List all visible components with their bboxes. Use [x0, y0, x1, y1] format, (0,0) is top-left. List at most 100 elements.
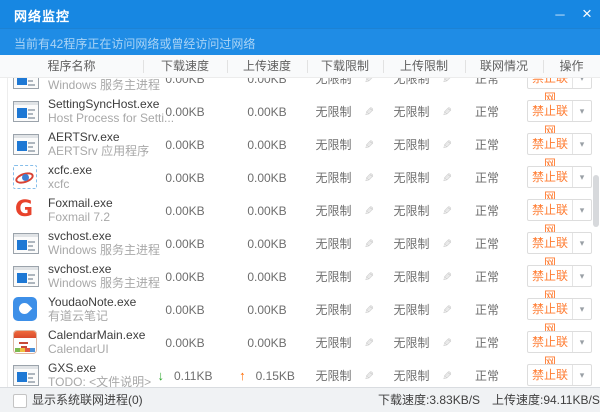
upload-limit-value: 无限制: [393, 103, 429, 120]
download-speed-cell: 0.00KB: [143, 78, 227, 95]
upload-speed-value: 0.00KB: [247, 237, 286, 251]
block-network-button[interactable]: 禁止联网▾: [527, 166, 592, 188]
edit-upload-limit-icon[interactable]: ✎: [442, 204, 452, 218]
edit-upload-limit-icon[interactable]: ✎: [442, 270, 452, 284]
download-speed-value: 0.00KB: [165, 105, 204, 119]
edit-upload-limit-icon[interactable]: ✎: [442, 171, 452, 185]
edit-download-limit-icon[interactable]: ✎: [364, 237, 374, 251]
edit-download-limit-icon[interactable]: ✎: [364, 303, 374, 317]
block-network-button[interactable]: 禁止联网▾: [527, 265, 592, 287]
edit-download-limit-icon[interactable]: ✎: [364, 171, 374, 185]
download-speed-value: 0.00KB: [165, 336, 204, 350]
close-button[interactable]: ×: [574, 0, 600, 28]
program-name: xcfc.exe: [48, 163, 92, 177]
upload-speed-cell: 0.00KB: [227, 293, 307, 326]
download-limit-cell: 无限制✎: [307, 359, 383, 387]
header-program-name: 程序名称: [0, 55, 143, 77]
download-speed-cell: 0.00KB: [143, 128, 227, 161]
header-download-limit: 下载限制: [307, 55, 383, 77]
program-name: GXS.exe: [48, 361, 96, 375]
edit-download-limit-icon[interactable]: ✎: [364, 336, 374, 350]
block-network-button[interactable]: 禁止联网▾: [527, 199, 592, 221]
network-status-cell: 正常: [455, 326, 519, 359]
dropdown-caret-icon[interactable]: ▾: [572, 167, 591, 187]
upload-speed-value: 0.00KB: [247, 303, 286, 317]
download-limit-cell: 无限制✎: [307, 227, 383, 260]
block-network-button[interactable]: 禁止联网▾: [527, 100, 592, 122]
block-network-button[interactable]: 禁止联网▾: [527, 133, 592, 155]
show-system-label[interactable]: 显示系统联网进程(0): [32, 388, 143, 412]
show-system-checkbox[interactable]: [13, 394, 27, 408]
upload-arrow-icon: ↑: [239, 369, 246, 382]
download-limit-cell: 无限制✎: [307, 260, 383, 293]
dropdown-caret-icon[interactable]: ▾: [572, 200, 591, 220]
upload-limit-cell: 无限制✎: [383, 359, 463, 387]
minimize-icon: ─: [555, 7, 564, 22]
dropdown-caret-icon[interactable]: ▾: [572, 266, 591, 286]
edit-upload-limit-icon[interactable]: ✎: [442, 303, 452, 317]
dropdown-caret-icon[interactable]: ▾: [572, 332, 591, 352]
upload-limit-value: 无限制: [393, 202, 429, 219]
program-icon: [13, 165, 37, 189]
upload-limit-value: 无限制: [393, 169, 429, 186]
dropdown-caret-icon[interactable]: ▾: [572, 78, 591, 88]
network-status-value: 正常: [475, 235, 499, 252]
table-row: SettingSyncHost.exe Host Process for Set…: [0, 95, 600, 128]
titlebar: 网络监控 ─ ×: [0, 0, 600, 28]
upload-speed-cell: 0.00KB: [227, 95, 307, 128]
block-network-button[interactable]: 禁止联网▾: [527, 298, 592, 320]
edit-upload-limit-icon[interactable]: ✎: [442, 237, 452, 251]
edit-upload-limit-icon[interactable]: ✎: [442, 336, 452, 350]
total-download-speed: 下载速度:3.83KB/S: [378, 388, 480, 412]
table-row: YoudaoNote.exe 有道云笔记 0.00KB 0.00KB 无限制✎ …: [0, 293, 600, 326]
minimize-button[interactable]: ─: [546, 0, 574, 28]
table-row: CalendarMain.exe CalendarUI 0.00KB 0.00K…: [0, 326, 600, 359]
upload-speed-cell: 0.00KB: [227, 194, 307, 227]
edit-upload-limit-icon[interactable]: ✎: [442, 138, 452, 152]
edit-download-limit-icon[interactable]: ✎: [364, 105, 374, 119]
table-row: Foxmail.exe Foxmail 7.2 0.00KB 0.00KB 无限…: [0, 194, 600, 227]
dropdown-caret-icon[interactable]: ▾: [572, 101, 591, 121]
block-network-button[interactable]: 禁止联网▾: [527, 331, 592, 353]
table-body: svchost.exe Windows 服务主进程 0.00KB 0.00KB …: [0, 78, 600, 387]
upload-limit-cell: 无限制✎: [383, 227, 463, 260]
download-speed-cell: 0.00KB: [143, 161, 227, 194]
edit-upload-limit-icon[interactable]: ✎: [442, 105, 452, 119]
block-network-button[interactable]: 禁止联网▾: [527, 78, 592, 89]
block-network-button[interactable]: 禁止联网▾: [527, 364, 592, 386]
status-banner: 当前有42程序正在访问网络或曾经访问过网络: [0, 28, 600, 55]
program-name: Foxmail.exe: [48, 196, 113, 210]
vertical-scrollbar-thumb[interactable]: [593, 175, 599, 227]
edit-download-limit-icon[interactable]: ✎: [364, 369, 374, 383]
program-icon: [13, 198, 37, 222]
dropdown-caret-icon[interactable]: ▾: [572, 134, 591, 154]
program-name: svchost.exe: [48, 229, 111, 243]
program-icon: [13, 266, 39, 287]
edit-upload-limit-icon[interactable]: ✎: [442, 369, 452, 383]
edit-download-limit-icon[interactable]: ✎: [364, 78, 374, 86]
download-speed-cell: 0.00KB: [143, 227, 227, 260]
dropdown-caret-icon[interactable]: ▾: [572, 233, 591, 253]
block-network-button[interactable]: 禁止联网▾: [527, 232, 592, 254]
download-speed-cell: ↓0.11KB: [143, 359, 227, 387]
edit-upload-limit-icon[interactable]: ✎: [442, 78, 452, 86]
download-speed-value: 0.11KB: [174, 369, 212, 383]
edit-download-limit-icon[interactable]: ✎: [364, 270, 374, 284]
network-status-value: 正常: [475, 367, 499, 384]
upload-speed-cell: 0.00KB: [227, 326, 307, 359]
upload-speed-value: 0.00KB: [247, 138, 286, 152]
edit-download-limit-icon[interactable]: ✎: [364, 204, 374, 218]
upload-limit-value: 无限制: [393, 268, 429, 285]
dropdown-caret-icon[interactable]: ▾: [572, 299, 591, 319]
dropdown-caret-icon[interactable]: ▾: [572, 365, 591, 385]
network-status-cell: 正常: [455, 128, 519, 161]
upload-speed-value: 0.00KB: [247, 204, 286, 218]
edit-download-limit-icon[interactable]: ✎: [364, 138, 374, 152]
block-network-label: 禁止联网: [528, 200, 572, 220]
download-speed-value: 0.00KB: [165, 78, 204, 86]
upload-limit-value: 无限制: [393, 334, 429, 351]
network-status-value: 正常: [475, 103, 499, 120]
download-limit-value: 无限制: [315, 78, 351, 87]
upload-speed-value: 0.15KB: [256, 369, 295, 383]
close-icon: ×: [582, 4, 592, 24]
